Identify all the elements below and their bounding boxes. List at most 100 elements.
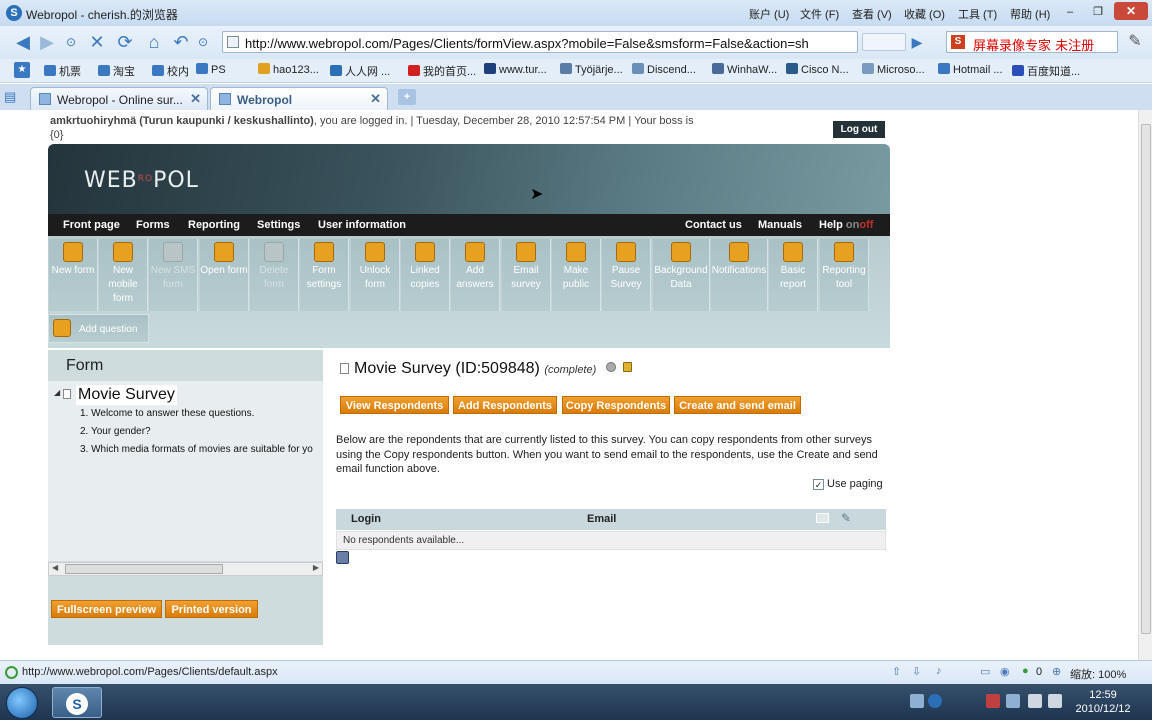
horizontal-scrollbar[interactable]: ◀ ▶: [48, 562, 323, 576]
add-question-button[interactable]: Add question: [48, 314, 149, 343]
forward-arrow-icon[interactable]: ▶: [36, 31, 58, 53]
bookmark-item[interactable]: Työjärje...: [560, 63, 623, 76]
window-icon[interactable]: ▭: [980, 665, 990, 678]
search-engine-selector[interactable]: [862, 33, 906, 51]
tool-new-mobile-form[interactable]: New mobile form: [99, 239, 148, 311]
help-tray-icon[interactable]: [928, 694, 942, 708]
create-send-email-button[interactable]: Create and send email: [674, 396, 801, 414]
volume-tray-icon[interactable]: [1048, 694, 1062, 708]
menu-favorites[interactable]: 收藏 (O): [904, 6, 945, 22]
use-paging-option[interactable]: ✓ Use paging: [813, 478, 883, 490]
tab-close-icon[interactable]: ✕: [370, 91, 381, 107]
menu-help[interactable]: 帮助 (H): [1010, 6, 1050, 22]
back-arrow-icon[interactable]: ◀: [12, 31, 34, 53]
bookmark-item[interactable]: 我的首页...: [408, 63, 476, 79]
vertical-scrollbar[interactable]: [1138, 110, 1152, 660]
bookmark-item[interactable]: 校内: [152, 63, 189, 79]
network-tray-icon[interactable]: [1006, 694, 1020, 708]
stop-icon[interactable]: ✕: [86, 31, 108, 53]
bookmark-item[interactable]: WinhaW...: [712, 63, 777, 76]
signal-tray-icon[interactable]: [1028, 694, 1042, 708]
scroll-left-icon[interactable]: ◀: [52, 563, 58, 572]
pen-tool-icon[interactable]: ✎: [1124, 31, 1146, 53]
tool-delete-form[interactable]: Delete form: [250, 239, 299, 311]
nav-front-page[interactable]: Front page: [63, 219, 120, 231]
scroll-right-icon[interactable]: ▶: [313, 563, 319, 572]
minimize-button[interactable]: –: [1058, 4, 1082, 20]
envelope-icon[interactable]: [816, 513, 829, 523]
tool-open-form[interactable]: Open form: [200, 239, 249, 311]
tree-root-survey[interactable]: Movie Survey: [76, 385, 177, 405]
edit-pencil-icon[interactable]: ✎: [841, 511, 851, 525]
tool-new-sms-form[interactable]: New SMS form: [149, 239, 198, 311]
tool-pause-survey[interactable]: Pause Survey: [602, 239, 651, 311]
search-input[interactable]: 屏幕录像专家 未注册: [973, 35, 1094, 54]
bookmark-item[interactable]: hao123...: [258, 63, 319, 76]
bookmark-item[interactable]: Cisco N...: [786, 63, 849, 76]
add-respondents-button[interactable]: Add Respondents: [453, 396, 557, 414]
bookmark-item[interactable]: 人人网 ...: [330, 63, 390, 79]
tool-form-settings[interactable]: Form settings: [300, 239, 349, 311]
menu-tools[interactable]: 工具 (T): [958, 6, 997, 22]
copy-respondents-button[interactable]: Copy Respondents: [562, 396, 670, 414]
menu-view[interactable]: 查看 (V): [852, 6, 892, 22]
print-icon[interactable]: [336, 551, 349, 564]
bookmark-item[interactable]: Hotmail ...: [938, 63, 1003, 76]
taskbar-browser-app[interactable]: S: [52, 687, 102, 718]
tool-background-data[interactable]: Background Data: [653, 239, 710, 311]
printed-version-button[interactable]: Printed version: [165, 600, 258, 618]
address-bar[interactable]: http://www.webropol.com/Pages/Clients/fo…: [222, 31, 858, 53]
bookmark-item[interactable]: Microso...: [862, 63, 925, 76]
tab-webropol-active[interactable]: Webropol ✕: [210, 87, 388, 110]
speaker-icon[interactable]: ♪: [936, 665, 942, 677]
new-tab-icon[interactable]: +: [398, 89, 416, 105]
tab-webropol-online[interactable]: Webropol - Online sur... ✕: [30, 87, 208, 110]
system-clock[interactable]: 12:59 2010/12/12: [1072, 688, 1134, 716]
tool-new-form[interactable]: New form: [49, 239, 98, 311]
tab-list-icon[interactable]: ▤: [4, 89, 20, 105]
logout-button[interactable]: Log out: [833, 121, 885, 138]
nav-help[interactable]: Help onoff: [819, 219, 873, 231]
tool-linked-copies[interactable]: Linked copies: [401, 239, 450, 311]
nav-user-information[interactable]: User information: [318, 219, 406, 231]
nav-contact-us[interactable]: Contact us: [685, 219, 742, 231]
use-paging-checkbox[interactable]: ✓: [813, 479, 824, 490]
bookmark-item[interactable]: 淘宝: [98, 63, 135, 79]
bookmark-item[interactable]: 百度知道...: [1012, 63, 1080, 79]
menu-account[interactable]: 账户 (U): [749, 6, 789, 22]
collapse-icon[interactable]: ◢: [54, 388, 60, 397]
close-window-button[interactable]: ✕: [1114, 2, 1148, 20]
bookmark-item[interactable]: www.tur...: [484, 63, 547, 76]
shield-icon[interactable]: ●: [1022, 665, 1029, 677]
search-box[interactable]: S 屏幕录像专家 未注册: [946, 31, 1118, 54]
keyboard-icon[interactable]: [910, 694, 924, 708]
nav-forms[interactable]: Forms: [136, 219, 170, 231]
tab-close-icon[interactable]: ✕: [190, 91, 201, 107]
fullscreen-preview-button[interactable]: Fullscreen preview: [51, 600, 162, 618]
restore-button[interactable]: ❐: [1086, 4, 1110, 20]
bookmark-item[interactable]: 机票: [44, 63, 81, 79]
download-icon[interactable]: ⇩: [912, 665, 921, 678]
security-tray-icon[interactable]: [986, 694, 1000, 708]
tool-add-answers[interactable]: Add answers: [451, 239, 500, 311]
tree-question[interactable]: 2. Your gender?: [80, 426, 151, 437]
home-icon[interactable]: ⌂: [143, 31, 165, 53]
nav-settings[interactable]: Settings: [257, 219, 300, 231]
eye-icon[interactable]: ◉: [1000, 665, 1010, 678]
nav-reporting[interactable]: Reporting: [188, 219, 240, 231]
history-dropdown-icon[interactable]: ⊙: [60, 31, 82, 53]
address-input[interactable]: http://www.webropol.com/Pages/Clients/fo…: [245, 36, 845, 51]
upload-icon[interactable]: ⇧: [892, 665, 901, 678]
favorites-star-icon[interactable]: ★: [14, 62, 30, 78]
undo-dropdown-icon[interactable]: ⊙: [192, 31, 214, 53]
zoom-level[interactable]: 缩放: 100%: [1070, 666, 1126, 682]
nav-manuals[interactable]: Manuals: [758, 219, 802, 231]
scroll-thumb[interactable]: [65, 564, 223, 574]
tool-email-survey[interactable]: Email survey: [502, 239, 551, 311]
tool-basic-report[interactable]: Basic report: [769, 239, 818, 311]
tool-notifications[interactable]: Notifications: [711, 239, 768, 311]
view-respondents-button[interactable]: View Respondents: [340, 396, 449, 414]
tree-question[interactable]: 1. Welcome to answer these questions.: [80, 408, 254, 419]
undo-close-icon[interactable]: ↶: [170, 31, 192, 53]
scroll-thumb[interactable]: [1141, 124, 1151, 634]
